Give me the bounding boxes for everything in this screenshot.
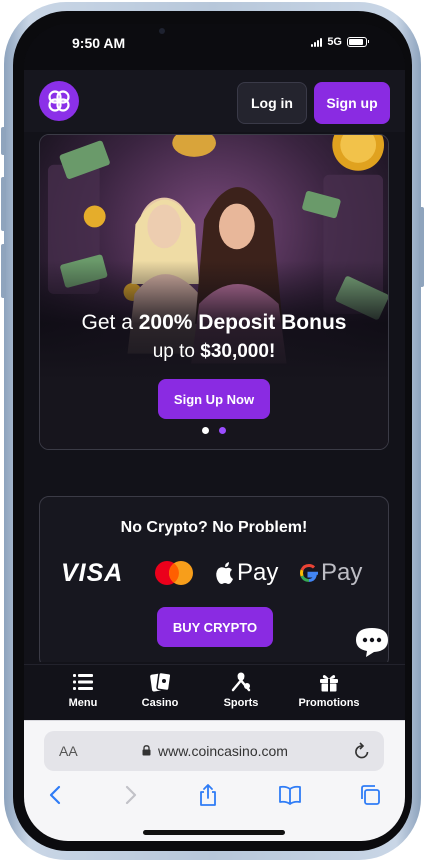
volume-up-button (1, 177, 6, 231)
coincasino-logo-icon[interactable] (39, 81, 79, 121)
tabs-icon[interactable] (358, 783, 382, 807)
bottom-nav: Menu Casino Sports Promotions (24, 664, 405, 720)
status-time: 9:50 AM (72, 35, 126, 51)
sports-icon (231, 672, 251, 692)
status-icons: 5G (311, 36, 369, 48)
chat-bubble-icon[interactable] (354, 626, 390, 658)
share-icon[interactable] (196, 783, 220, 807)
home-indicator[interactable] (143, 830, 285, 835)
visa-icon: VISA (61, 559, 124, 587)
buy-crypto-button[interactable]: BUY CRYPTO (157, 607, 273, 647)
mute-switch (1, 127, 6, 155)
lock-icon (142, 745, 151, 756)
nav-label-sports: Sports (223, 697, 259, 709)
phone-screen: 9:50 AM 5G Log in Sign up Get a 200% Dep… (24, 24, 405, 841)
forward-icon[interactable] (118, 783, 142, 807)
signal-icon (311, 37, 323, 47)
reader-options-button[interactable]: AA (59, 743, 78, 759)
volume-down-button (1, 244, 6, 298)
promo-banner[interactable]: Get a 200% Deposit Bonus up to $30,000! … (39, 134, 389, 450)
front-camera (159, 28, 165, 34)
nav-item-casino[interactable]: Casino (120, 671, 200, 709)
signup-button[interactable]: Sign up (314, 82, 390, 124)
nav-item-menu[interactable]: Menu (43, 671, 123, 709)
reload-icon[interactable] (354, 742, 370, 760)
crypto-card-title: No Crypto? No Problem! (120, 519, 308, 536)
banner-signup-button[interactable]: Sign Up Now (158, 379, 270, 419)
cards-icon (150, 671, 172, 692)
google-pay-icon: Pay (298, 559, 362, 587)
power-button (419, 207, 424, 287)
banner-amount-highlight: $30,000! (200, 341, 276, 362)
gift-icon (320, 675, 338, 692)
banner-bonus-highlight: 200% Deposit Bonus (138, 311, 347, 334)
nav-label-promotions: Promotions (298, 697, 360, 709)
carousel-dots (40, 427, 388, 434)
carousel-dot-1[interactable] (202, 427, 209, 434)
battery-icon (347, 37, 369, 47)
apple-pay-icon: Pay (215, 559, 278, 587)
main-content: Get a 200% Deposit Bonus up to $30,000! … (24, 132, 405, 662)
menu-icon (73, 674, 93, 690)
bookmarks-icon[interactable] (278, 783, 302, 807)
login-button[interactable]: Log in (237, 82, 307, 124)
status-bar: 9:50 AM 5G (24, 24, 405, 70)
banner-subheadline: up to $30,000! (152, 341, 276, 362)
url-text: www.coincasino.com (158, 743, 288, 759)
nav-item-sports[interactable]: Sports (201, 671, 281, 709)
address-bar[interactable]: AA www.coincasino.com (44, 731, 384, 771)
nav-label-menu: Menu (68, 697, 98, 709)
battery-level (349, 39, 364, 45)
mastercard-icon (155, 561, 193, 585)
network-label: 5G (327, 36, 342, 48)
banner-headline: Get a 200% Deposit Bonus (81, 311, 347, 334)
buy-crypto-card: No Crypto? No Problem! VISA Pay Pay BUY … (39, 496, 389, 662)
browser-chrome: AA www.coincasino.com (24, 720, 405, 841)
nav-item-promotions[interactable]: Promotions (289, 671, 369, 709)
nav-label-casino: Casino (141, 697, 179, 709)
back-icon[interactable] (44, 783, 68, 807)
carousel-dot-2[interactable] (219, 427, 226, 434)
app-header: Log in Sign up (24, 70, 405, 132)
